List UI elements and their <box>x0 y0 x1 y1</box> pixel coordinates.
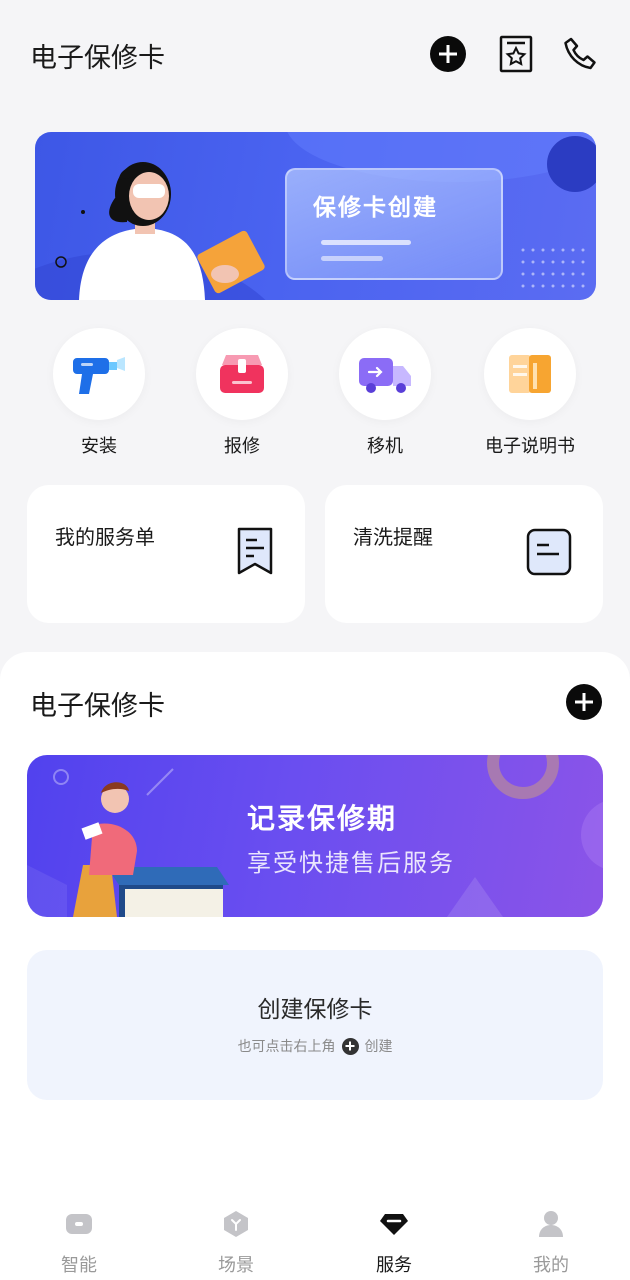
plus-icon <box>566 684 602 720</box>
hint-prefix: 也可点击右上角 <box>237 1039 336 1055</box>
phone-button[interactable] <box>560 34 600 74</box>
banner-line <box>321 240 411 245</box>
tab-label: 智能 <box>61 1255 97 1276</box>
tab-smart[interactable]: 智能 <box>24 1209 134 1277</box>
hint-suffix: 创建 <box>364 1039 393 1055</box>
header: 电子保修卡 <box>0 0 630 110</box>
tab-label: 场景 <box>218 1255 254 1276</box>
bottom-tab-bar: 智能 场景 服务 我的 <box>0 1195 630 1280</box>
quick-action-relocate[interactable]: 移机 <box>330 328 440 458</box>
create-title: 创建保修卡 <box>257 997 373 1023</box>
service-orders-card[interactable]: 我的服务单 <box>27 485 305 623</box>
section-add-button[interactable] <box>566 684 602 720</box>
clean-reminder-icon <box>526 528 572 576</box>
promo-title: 记录保修期 <box>247 802 398 835</box>
tab-label: 我的 <box>533 1255 569 1276</box>
drill-icon <box>73 357 125 394</box>
tab-scene[interactable]: 场景 <box>181 1209 291 1277</box>
toolbox-icon <box>220 355 264 393</box>
plus-icon <box>341 1037 359 1055</box>
warranty-section: 电子保修卡 记录保修期 享受快捷售后服务 创建保修卡 也可点击右上角 创建 <box>0 652 630 1280</box>
quick-action-repair[interactable]: 报修 <box>187 328 297 458</box>
favorites-button[interactable] <box>496 34 536 74</box>
section-title: 电子保修卡 <box>30 691 165 722</box>
page-title: 电子保修卡 <box>30 43 165 74</box>
quick-action-label: 安装 <box>81 436 117 457</box>
service-order-icon <box>237 527 273 575</box>
quick-action-label: 移机 <box>367 436 403 457</box>
star-card-icon <box>499 35 533 73</box>
warranty-promo-banner[interactable]: 记录保修期 享受快捷售后服务 <box>27 755 603 917</box>
scene-icon <box>224 1211 248 1237</box>
phone-icon <box>564 37 596 70</box>
quick-action-install[interactable]: 安装 <box>44 328 154 458</box>
smart-device-icon <box>66 1214 92 1234</box>
tab-service[interactable]: 服务 <box>339 1209 449 1277</box>
promo-subtitle: 享受快捷售后服务 <box>247 849 455 877</box>
tab-profile[interactable]: 我的 <box>496 1209 606 1277</box>
card-label: 我的服务单 <box>55 525 155 549</box>
add-button[interactable] <box>428 34 468 74</box>
banner-title: 保修卡创建 <box>313 195 438 221</box>
create-warranty-card-button[interactable]: 创建保修卡 也可点击右上角 创建 <box>27 950 603 1100</box>
tab-label: 服务 <box>376 1255 412 1276</box>
card-label: 清洗提醒 <box>353 525 433 549</box>
banner-line <box>321 256 383 261</box>
plus-icon <box>430 36 466 72</box>
create-hint: 也可点击右上角 创建 <box>27 1036 603 1056</box>
warranty-card-graphic: 保修卡创建 <box>285 168 503 280</box>
profile-icon <box>539 1211 563 1237</box>
cleaning-reminder-card[interactable]: 清洗提醒 <box>325 485 603 623</box>
quick-action-label: 报修 <box>224 436 260 457</box>
quick-action-manual[interactable]: 电子说明书 <box>475 328 585 458</box>
truck-icon <box>359 358 411 393</box>
warranty-banner[interactable]: 保修卡创建 <box>35 132 596 300</box>
manual-book-icon <box>509 355 551 393</box>
quick-action-label: 电子说明书 <box>485 436 575 457</box>
service-diamond-icon <box>380 1214 408 1235</box>
